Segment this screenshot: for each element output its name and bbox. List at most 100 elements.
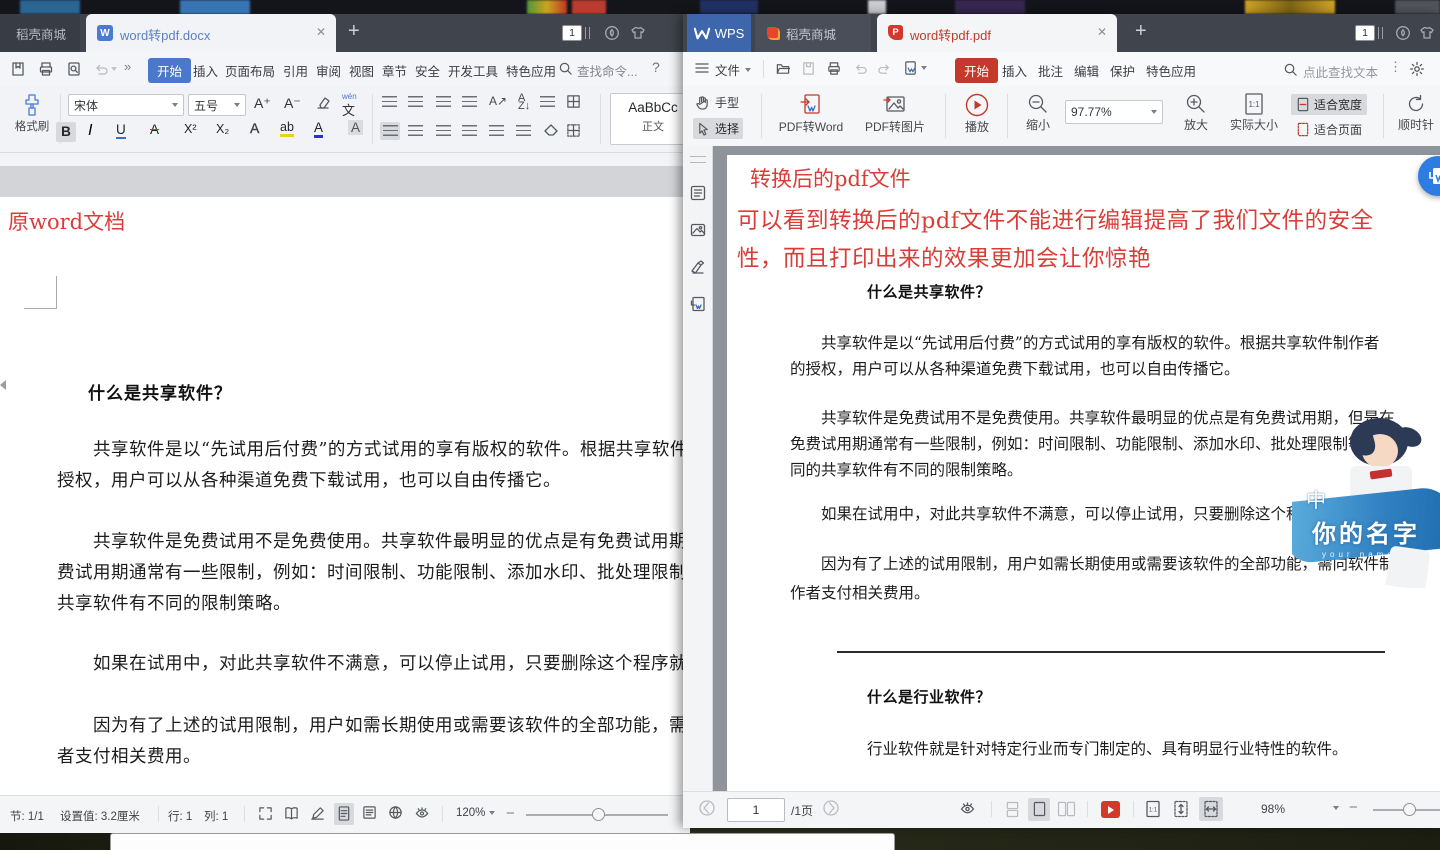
shrink-font-button[interactable]: A⁻ [284,95,301,112]
menu-home[interactable]: 开始 [148,58,191,83]
zoom-out-button[interactable]: − [506,805,515,822]
clear-format-icon[interactable] [314,95,332,111]
decrease-indent-icon[interactable] [436,96,451,107]
eye-protect-icon[interactable] [414,805,430,820]
background-window-edge[interactable] [110,833,895,850]
sign-panel-icon[interactable] [690,259,706,275]
prev-page-icon[interactable] [699,800,715,816]
new-tab-button[interactable]: + [348,20,360,43]
pdf-to-word-button[interactable]: PDF转Word [771,92,851,135]
menu-special-features[interactable]: 特色应用 [499,58,563,83]
italic-button[interactable]: I [88,122,92,140]
menu-page-layout[interactable]: 页面布局 [218,58,282,83]
actual-size-icon[interactable]: 1:1 [1145,800,1161,818]
search-command-label[interactable]: 查找命令... [577,61,637,80]
menu-home[interactable]: 开始 [955,58,998,83]
panel-drag-handle[interactable] [690,156,706,163]
new-tab-button[interactable]: + [1135,20,1147,43]
images-panel-icon[interactable] [690,222,706,238]
search-icon[interactable] [1283,62,1298,77]
zoom-slider-knob[interactable] [592,808,605,821]
tab-docer-mall[interactable]: 稻壳商城 [755,14,871,52]
outline-collapse-arrow[interactable] [0,380,6,390]
numbering-icon[interactable] [408,96,423,107]
tab-close-icon[interactable]: ✕ [1097,25,1107,39]
single-page-view-icon[interactable] [1028,798,1050,821]
subscript-button[interactable]: X₂ [216,122,229,136]
zoom-out-button[interactable]: 缩小 [1017,92,1059,133]
distribute-icon[interactable] [489,125,504,136]
page-view-icon[interactable] [334,803,354,825]
char-shading-button[interactable]: A [348,120,363,135]
bold-button[interactable]: B [56,122,76,142]
skin-theme-icon[interactable] [630,25,646,41]
export-to-word-icon[interactable] [903,60,927,76]
outline-view-icon[interactable] [362,805,377,820]
bullets-icon[interactable] [382,96,397,107]
menu-comment[interactable]: 批注 [1031,58,1070,83]
undo-icon[interactable] [853,61,868,76]
justify-icon[interactable] [462,125,477,136]
print-icon[interactable] [826,61,842,76]
zoom-percent-select[interactable]: 97.77% [1065,100,1163,124]
select-tool-button[interactable]: 选择 [693,118,743,139]
more-tools-chevrons[interactable]: » [124,59,131,74]
rotate-clockwise-button[interactable]: 顺时针 [1391,92,1440,133]
member-center-icon[interactable] [1395,25,1411,41]
search-icon[interactable] [558,61,573,76]
font-name-select[interactable]: 宋体 [68,94,184,116]
borders-icon[interactable] [566,123,581,138]
open-file-icon[interactable] [775,61,791,76]
strikethrough-button[interactable]: A [150,122,159,137]
highlight-color-button[interactable]: ab [280,120,294,137]
fit-width-icon[interactable] [1199,797,1223,821]
slideshow-play-button[interactable] [1101,801,1120,818]
font-size-select[interactable]: 五号 [188,94,246,116]
play-button[interactable]: 播放 [955,92,999,135]
show-marks-icon[interactable] [540,96,555,107]
zoom-slider-knob[interactable] [1403,803,1416,816]
page-number-input[interactable] [727,798,785,822]
chevron-down-icon[interactable] [1333,806,1339,810]
tab-docer-mall[interactable]: 稻壳商城 [0,14,80,52]
text-effects-button[interactable]: A [250,120,259,136]
outline-panel-icon[interactable] [690,185,706,201]
align-right-icon[interactable] [436,125,451,136]
insert-table-icon[interactable] [566,94,581,109]
menu-dev-tools[interactable]: 开发工具 [441,58,505,83]
help-icon[interactable]: ? [652,59,660,75]
continuous-view-icon[interactable] [1005,801,1020,818]
window-count-badge[interactable]: 1 [562,25,582,41]
facing-pages-view-icon[interactable] [1057,801,1076,817]
file-menu[interactable]: 文件 [715,60,751,79]
align-center-icon[interactable] [408,125,423,136]
pinyin-guide-button[interactable]: wén 文 [342,94,357,119]
gear-icon[interactable] [1409,61,1425,77]
fit-width-button[interactable]: 适合宽度 [1291,94,1367,115]
writer-document-area[interactable]: 原word文档 什么是共享软件？ 共享软件是以“先试用后付费”的方式试用的享有版… [0,166,690,809]
actual-size-button[interactable]: 1:1 实际大小 [1225,92,1283,133]
menu-edit[interactable]: 编辑 [1067,58,1106,83]
print-preview-icon[interactable] [66,61,82,77]
writer-page[interactable]: 原word文档 什么是共享软件？ 共享软件是以“先试用后付费”的方式试用的享有版… [0,197,683,809]
undo-icon[interactable] [93,61,117,77]
zoom-out-button[interactable]: − [1349,799,1358,816]
tab-word-pdf[interactable]: P word转pdf.pdf ✕ [877,14,1117,52]
align-left-icon[interactable] [380,122,400,140]
web-layout-icon[interactable] [388,805,403,820]
paragraph-shading-icon[interactable] [543,123,559,137]
format-painter-button[interactable]: 格式刷 [8,92,56,134]
menu-special-features[interactable]: 特色应用 [1139,58,1203,83]
tab-close-icon[interactable]: ✕ [316,25,326,39]
kebab-menu-icon[interactable]: ⋮ [1389,59,1403,75]
pdf-to-image-button[interactable]: PDF转图片 [855,92,935,135]
hand-tool-button[interactable]: 手型 [695,94,739,111]
menu-protect[interactable]: 保护 [1103,58,1142,83]
book-view-icon[interactable] [284,806,299,821]
font-color-button[interactable]: A [314,120,323,138]
text-direction-icon[interactable]: A↗ [489,94,507,108]
print-icon[interactable] [38,61,54,77]
superscript-button[interactable]: X² [184,122,197,136]
fullscreen-icon[interactable] [258,806,273,821]
underline-button[interactable]: U [116,122,126,139]
